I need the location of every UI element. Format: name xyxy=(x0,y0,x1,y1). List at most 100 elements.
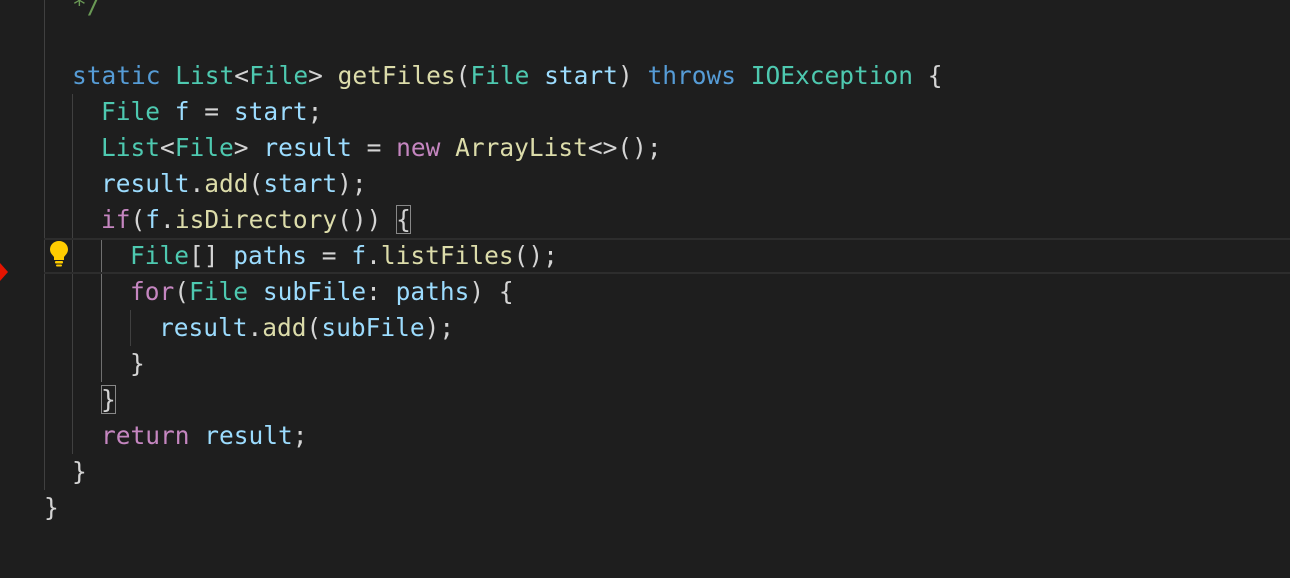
code-token: f xyxy=(145,205,161,234)
code-token: ); xyxy=(337,169,367,198)
code-line[interactable]: } xyxy=(0,490,1290,526)
code-token: > xyxy=(308,61,323,90)
code-token: add xyxy=(204,169,249,198)
line-code: } xyxy=(44,490,59,526)
code-token: getFiles xyxy=(337,61,456,90)
line-code: } xyxy=(101,382,116,418)
code-token: File xyxy=(249,61,309,90)
breakpoint-marker-icon[interactable] xyxy=(0,263,8,281)
code-token: List xyxy=(175,61,235,90)
code-token: . xyxy=(247,313,263,342)
code-token: File xyxy=(130,241,190,270)
line-code: } xyxy=(72,454,87,490)
code-token: start xyxy=(544,61,618,90)
code-token: File xyxy=(101,97,161,126)
code-token: IOException xyxy=(750,61,913,90)
line-code: File[] paths = f.listFiles(); xyxy=(130,238,558,274)
code-token: : xyxy=(366,277,396,306)
code-line[interactable]: for(File subFile: paths) { xyxy=(0,274,1290,310)
code-token: = xyxy=(189,97,234,126)
code-editor[interactable]: */ static List<File> getFiles(File start… xyxy=(0,0,1290,578)
line-code: for(File subFile: paths) { xyxy=(130,274,514,310)
code-line[interactable] xyxy=(0,23,1290,59)
line-code: File f = start; xyxy=(101,94,322,130)
code-token: . xyxy=(366,241,381,270)
code-token: } xyxy=(130,349,145,378)
code-token: result xyxy=(101,169,190,198)
code-token: < xyxy=(234,61,250,90)
code-token: ArrayList xyxy=(455,133,588,162)
code-token: result xyxy=(263,133,352,162)
matching-bracket: { xyxy=(396,205,411,234)
current-code-line[interactable]: File[] paths = f.listFiles(); xyxy=(44,238,1290,274)
code-token: paths xyxy=(233,241,308,270)
code-token: start xyxy=(233,97,308,126)
code-token: ); xyxy=(424,313,455,342)
code-token: if xyxy=(101,205,131,234)
line-code: List<File> result = new ArrayList<>(); xyxy=(101,130,662,166)
code-token: subFile xyxy=(262,277,367,306)
code-line[interactable]: List<File> result = new ArrayList<>(); xyxy=(0,130,1290,166)
code-token: ; xyxy=(307,97,323,126)
code-token: ( xyxy=(306,313,322,342)
code-token: = xyxy=(307,241,352,270)
line-code: result.add(start); xyxy=(101,166,367,202)
code-token: throws xyxy=(647,61,736,90)
code-token: ) xyxy=(617,61,648,90)
line-code: if(f.isDirectory()) { xyxy=(101,202,411,238)
code-line[interactable]: static List<File> getFiles(File start) t… xyxy=(0,58,1290,94)
code-token: . xyxy=(189,169,205,198)
code-token: add xyxy=(262,313,307,342)
code-token: } xyxy=(72,457,87,486)
code-line[interactable]: } xyxy=(0,346,1290,382)
code-token: ()) xyxy=(337,205,397,234)
code-line[interactable]: result.add(subFile); xyxy=(0,310,1290,346)
code-line[interactable]: */ xyxy=(0,0,1290,23)
lightbulb-icon[interactable] xyxy=(49,240,69,268)
code-line[interactable]: if(f.isDirectory()) { xyxy=(0,202,1290,238)
code-token: File xyxy=(174,133,234,162)
code-token: { xyxy=(913,61,943,90)
code-line[interactable]: } xyxy=(0,382,1290,418)
code-token: f xyxy=(351,241,367,270)
code-token: (); xyxy=(513,241,558,270)
code-token: . xyxy=(160,205,175,234)
code-line[interactable]: result.add(start); xyxy=(0,166,1290,202)
code-token: ( xyxy=(248,169,264,198)
line-code: } xyxy=(130,346,145,382)
code-token: paths xyxy=(395,277,470,306)
code-token: ( xyxy=(130,205,146,234)
code-token: subFile xyxy=(321,313,425,342)
code-line[interactable]: File f = start; xyxy=(0,94,1290,130)
code-token: static xyxy=(72,61,161,90)
code-line[interactable]: } xyxy=(0,454,1290,490)
matching-bracket: } xyxy=(101,385,116,414)
code-token: < xyxy=(160,133,175,162)
code-token: [] xyxy=(189,241,234,270)
code-token: List xyxy=(101,133,161,162)
code-token: isDirectory xyxy=(174,205,338,234)
line-code: */ xyxy=(72,0,102,23)
code-token: new xyxy=(396,133,441,162)
code-token: } xyxy=(44,493,59,522)
code-token: <>(); xyxy=(587,133,662,162)
code-token: result xyxy=(204,421,293,450)
code-token: ( xyxy=(455,61,471,90)
code-token: File xyxy=(470,61,530,90)
code-token: File xyxy=(189,277,249,306)
code-line[interactable]: return result; xyxy=(0,418,1290,454)
code-token: ) { xyxy=(469,277,514,306)
code-token: for xyxy=(130,277,175,306)
code-token: listFiles xyxy=(380,241,514,270)
code-token: ( xyxy=(174,277,190,306)
code-token: return xyxy=(101,421,190,450)
line-code: return result; xyxy=(101,418,308,454)
code-token: = xyxy=(351,133,397,162)
code-token: start xyxy=(263,169,338,198)
